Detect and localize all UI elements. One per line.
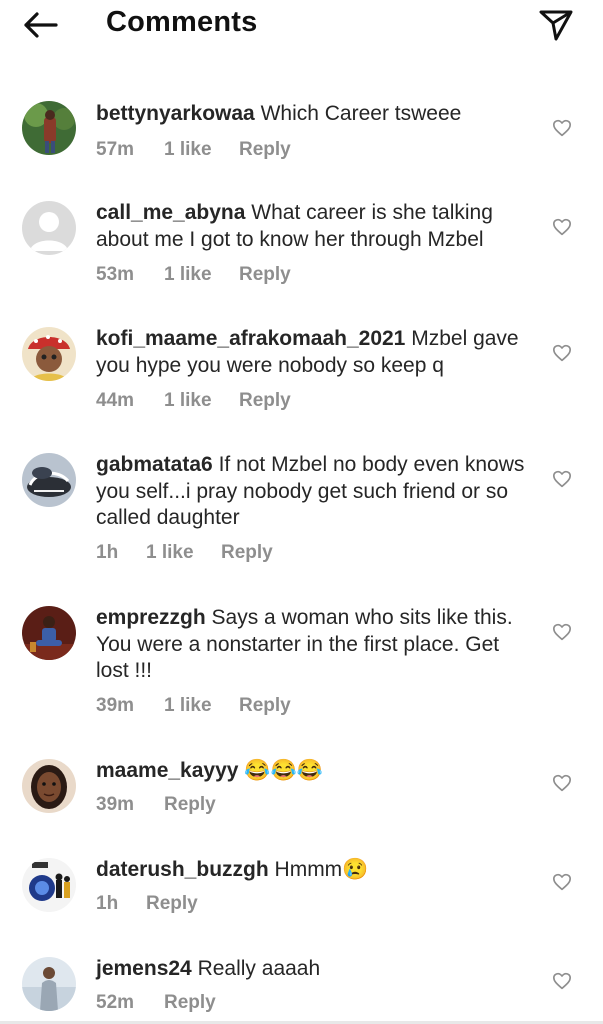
comment-likes[interactable]: 1 like	[164, 390, 239, 412]
heart-icon[interactable]	[552, 774, 572, 792]
comment-time: 39m	[96, 794, 135, 815]
avatar[interactable]	[22, 957, 76, 1011]
comment-username[interactable]: bettynyarkowaa	[96, 102, 255, 125]
comment-text: call_me_abyna What career is she talking…	[96, 200, 536, 253]
comment-likes[interactable]: 1 like	[164, 264, 239, 286]
heart-icon[interactable]	[552, 344, 572, 362]
comment-body: Hmmm😢	[274, 858, 369, 881]
heart-icon[interactable]	[552, 623, 572, 641]
reply-button[interactable]: Reply	[164, 794, 216, 816]
comment-time: 52m	[96, 992, 135, 1013]
comment-username[interactable]: kofi_maame_afrakomaah_2021	[96, 327, 405, 350]
comment-meta: 39m 1 like Reply	[96, 695, 291, 717]
reply-button[interactable]: Reply	[239, 695, 291, 717]
comment-text: daterush_buzzgh Hmmm😢	[96, 857, 536, 884]
comment-username[interactable]: emprezzgh	[96, 606, 206, 629]
comment-body: 😂😂😂	[244, 759, 323, 782]
header-bar: Comments	[0, 0, 603, 50]
comment-username[interactable]: gabmatata6	[96, 453, 213, 476]
page-title: Comments	[106, 6, 258, 38]
comment-item: daterush_buzzgh Hmmm😢 1h Reply	[0, 856, 603, 931]
comment-text: emprezzgh Says a woman who sits like thi…	[96, 605, 536, 685]
comment-text: gabmatata6 If not Mzbel no body even kno…	[96, 452, 536, 532]
comment-meta: 1h 1 like Reply	[96, 542, 273, 564]
comment-item: gabmatata6 If not Mzbel no body even kno…	[0, 451, 603, 577]
comment-item: jemens24 Really aaaah 52m Reply	[0, 955, 603, 1021]
comment-time: 44m	[96, 390, 135, 411]
comment-time: 1h	[96, 542, 119, 563]
comment-time: 57m	[96, 139, 135, 160]
heart-icon[interactable]	[552, 470, 572, 488]
comment-item: maame_kayyy 😂😂😂 39m Reply	[0, 757, 603, 832]
comment-meta: 53m 1 like Reply	[96, 264, 291, 286]
arrow-left-icon[interactable]	[20, 10, 60, 40]
comment-likes[interactable]: 1 like	[164, 139, 239, 161]
reply-button[interactable]: Reply	[239, 139, 291, 161]
comment-item: bettynyarkowaa Which Career tsweee 57m 1 …	[0, 95, 603, 175]
avatar[interactable]	[22, 759, 76, 813]
comment-text: kofi_maame_afrakomaah_2021 Mzbel gave yo…	[96, 326, 536, 379]
reply-button[interactable]: Reply	[164, 992, 216, 1014]
avatar[interactable]	[22, 453, 76, 507]
comment-item: kofi_maame_afrakomaah_2021 Mzbel gave yo…	[0, 325, 603, 425]
comment-meta: 39m Reply	[96, 794, 216, 816]
reply-button[interactable]: Reply	[239, 390, 291, 412]
comment-meta: 57m 1 like Reply	[96, 139, 291, 161]
comment-meta: 52m Reply	[96, 992, 216, 1014]
comment-time: 1h	[96, 893, 119, 914]
comment-username[interactable]: maame_kayyy	[96, 759, 238, 782]
reply-button[interactable]: Reply	[146, 893, 198, 915]
avatar[interactable]	[22, 201, 76, 255]
comment-meta: 1h Reply	[96, 893, 198, 915]
comment-likes[interactable]: 1 like	[146, 542, 221, 564]
comment-text: maame_kayyy 😂😂😂	[96, 758, 536, 785]
comment-text: jemens24 Really aaaah	[96, 956, 536, 983]
heart-icon[interactable]	[552, 119, 572, 137]
avatar[interactable]	[22, 101, 76, 155]
comment-time: 39m	[96, 695, 135, 716]
comment-item: call_me_abyna What career is she talking…	[0, 199, 603, 299]
reply-button[interactable]: Reply	[221, 542, 273, 564]
comment-username[interactable]: jemens24	[96, 957, 192, 980]
avatar[interactable]	[22, 858, 76, 912]
comment-item: emprezzgh Says a woman who sits like thi…	[0, 604, 603, 730]
heart-icon[interactable]	[552, 218, 572, 236]
comment-meta: 44m 1 like Reply	[96, 390, 291, 412]
send-icon[interactable]	[538, 9, 574, 41]
heart-icon[interactable]	[552, 972, 572, 990]
reply-button[interactable]: Reply	[239, 264, 291, 286]
avatar[interactable]	[22, 327, 76, 381]
comment-time: 53m	[96, 264, 135, 285]
comment-body: Really aaaah	[197, 957, 321, 980]
heart-icon[interactable]	[552, 873, 572, 891]
comment-text: bettynyarkowaa Which Career tsweee	[96, 101, 536, 128]
comment-username[interactable]: daterush_buzzgh	[96, 858, 269, 881]
avatar[interactable]	[22, 606, 76, 660]
comment-body: Which Career tsweee	[260, 102, 462, 125]
comment-username[interactable]: call_me_abyna	[96, 201, 245, 224]
comment-likes[interactable]: 1 like	[164, 695, 239, 717]
